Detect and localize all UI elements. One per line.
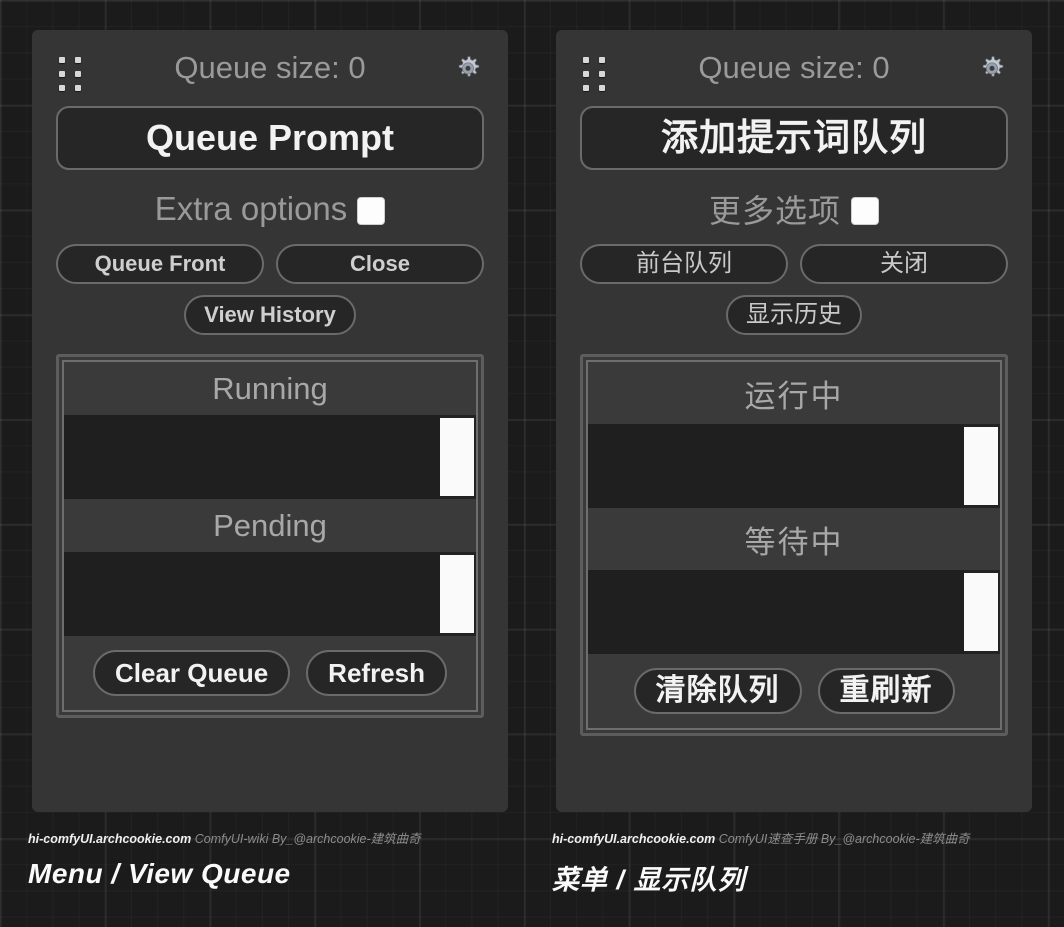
panel-body: 添加提示词队列 更多选项 前台队列 关闭 显示历史 运行中 等待中 清除队列 重… <box>556 106 1032 736</box>
panel-body: Queue Prompt Extra options Queue Front C… <box>32 106 508 718</box>
caption-english: hi-comfyUI.archcookie.com ComfyUI-wiki B… <box>28 828 421 890</box>
running-list-scrollbar[interactable] <box>440 415 476 499</box>
queue-action-row: Clear Queue Refresh <box>64 636 476 710</box>
pending-list[interactable] <box>588 570 1000 654</box>
credit-site: hi-comfyUI.archcookie.com <box>552 832 716 846</box>
caption-chinese: hi-comfyUI.archcookie.com ComfyUI速查手册 By… <box>552 828 970 897</box>
pending-list-content <box>64 552 440 636</box>
pending-section-title: Pending <box>213 508 327 543</box>
running-list[interactable] <box>588 424 1000 508</box>
credit-line: hi-comfyUI.archcookie.com ComfyUI-wiki B… <box>28 828 421 847</box>
queue-inner: Running Pending Clear Queue Refresh <box>62 360 478 712</box>
extra-options-label: Extra options <box>154 190 348 227</box>
view-history-button[interactable]: 显示历史 <box>726 295 862 335</box>
credit-rest: ComfyUI速查手册 By_@archcookie-建筑曲奇 <box>718 832 970 846</box>
history-button-row: View History <box>56 295 484 335</box>
view-history-button[interactable]: View History <box>184 295 356 335</box>
running-list-content <box>588 424 964 508</box>
running-scrollbar-thumb[interactable] <box>440 418 474 496</box>
queue-size-label: Queue size: 0 <box>698 50 890 85</box>
queue-front-button[interactable]: 前台队列 <box>580 244 788 284</box>
queue-container: Running Pending Clear Queue Refresh <box>56 354 484 718</box>
queue-panel-english: Queue size: 0 Queue Prompt Extra options… <box>32 30 508 812</box>
queue-action-row: 清除队列 重刷新 <box>588 654 1000 728</box>
history-button-row: 显示历史 <box>580 295 1008 335</box>
queue-inner: 运行中 等待中 清除队列 重刷新 <box>586 360 1002 730</box>
running-scrollbar-thumb[interactable] <box>964 427 998 505</box>
running-list-content <box>64 415 440 499</box>
clear-queue-button[interactable]: Clear Queue <box>93 650 291 696</box>
pending-section-title: 等待中 <box>744 525 844 560</box>
secondary-button-row: Queue Front Close <box>56 244 484 284</box>
running-list[interactable] <box>64 415 476 499</box>
queue-panel-chinese: Queue size: 0 添加提示词队列 更多选项 前台队列 关闭 显示历史 <box>556 30 1032 812</box>
close-button[interactable]: Close <box>276 244 484 284</box>
queue-container: 运行中 等待中 清除队列 重刷新 <box>580 354 1008 736</box>
credit-site: hi-comfyUI.archcookie.com <box>28 832 192 846</box>
pending-list-scrollbar[interactable] <box>964 570 1000 654</box>
pending-scrollbar-thumb[interactable] <box>440 555 474 633</box>
pending-list-scrollbar[interactable] <box>440 552 476 636</box>
credit-rest: ComfyUI-wiki By_@archcookie-建筑曲奇 <box>194 832 421 846</box>
running-section-title: 运行中 <box>744 379 844 414</box>
secondary-button-row: 前台队列 关闭 <box>580 244 1008 284</box>
refresh-button[interactable]: Refresh <box>306 650 447 696</box>
extra-options-row: 更多选项 <box>580 188 1008 230</box>
credit-line: hi-comfyUI.archcookie.com ComfyUI速查手册 By… <box>552 828 970 847</box>
extra-options-row: Extra options <box>56 188 484 230</box>
running-section-title: Running <box>212 371 328 406</box>
extra-options-checkbox[interactable] <box>851 197 879 225</box>
caption-title: Menu / View Queue <box>28 858 291 889</box>
pending-list[interactable] <box>64 552 476 636</box>
extra-options-checkbox[interactable] <box>357 197 386 225</box>
gear-icon[interactable] <box>976 52 1008 84</box>
caption-title: 菜单 / 显示队列 <box>552 865 746 895</box>
refresh-button[interactable]: 重刷新 <box>817 668 955 714</box>
queue-prompt-button[interactable]: Queue Prompt <box>56 106 484 170</box>
clear-queue-button[interactable]: 清除队列 <box>633 668 802 714</box>
close-button[interactable]: 关闭 <box>800 244 1008 284</box>
pending-scrollbar-thumb[interactable] <box>964 573 998 651</box>
panel-header: Queue size: 0 <box>32 30 508 106</box>
running-list-scrollbar[interactable] <box>964 424 1000 508</box>
gear-icon[interactable] <box>452 52 484 84</box>
panel-header: Queue size: 0 <box>556 30 1032 106</box>
extra-options-label: 更多选项 <box>708 193 841 229</box>
pending-list-content <box>588 570 964 654</box>
queue-size-label: Queue size: 0 <box>174 50 366 85</box>
queue-front-button[interactable]: Queue Front <box>56 244 264 284</box>
queue-prompt-button[interactable]: 添加提示词队列 <box>580 106 1008 170</box>
